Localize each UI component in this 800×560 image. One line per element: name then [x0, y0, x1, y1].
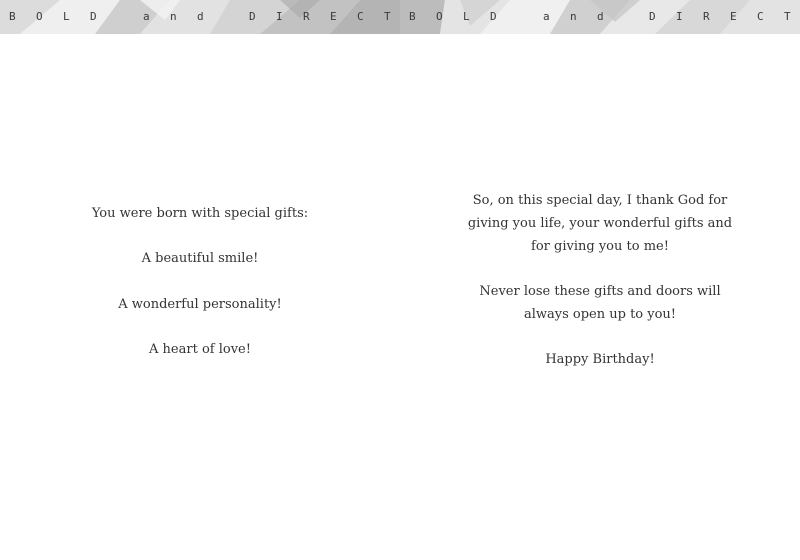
banner-letter: E	[730, 10, 737, 23]
message-paragraph: Never lose these gifts and doors will al…	[479, 284, 721, 322]
banner-letter: R	[303, 10, 310, 23]
card-panel-right: So, on this special day, I thank God for…	[400, 34, 800, 560]
banner-letter: C	[357, 10, 364, 23]
banner-letter: O	[436, 10, 443, 23]
banner-letter: E	[330, 10, 337, 23]
banner-letter: d	[197, 10, 204, 23]
banner-letter: n	[570, 10, 577, 23]
banner-letter: D	[90, 10, 97, 23]
banner-letter: C	[757, 10, 764, 23]
banner-title-right: B O L D a n d D I R E C T	[400, 0, 800, 34]
banner-left: B O L D a n d D I R E C T	[0, 0, 400, 34]
banner-letter: L	[63, 10, 70, 23]
greeting-card-spread: B O L D a n d D I R E C T B O L D a n d …	[0, 0, 800, 560]
gift-intro-line: You were born with special gifts:	[91, 206, 309, 221]
banner-letter: a	[543, 10, 550, 23]
banner-letter: n	[170, 10, 177, 23]
banner-letter: D	[649, 10, 656, 23]
banner-letter: a	[143, 10, 150, 23]
gift-line: A wonderful personality!	[118, 297, 282, 312]
banner-letter: O	[36, 10, 43, 23]
banner-letter: B	[409, 10, 416, 23]
banner-letter: B	[9, 10, 16, 23]
message-paragraph: So, on this special day, I thank God for…	[467, 193, 733, 254]
banner-letter: T	[384, 10, 391, 23]
banner-letter: T	[784, 10, 791, 23]
banner-letter: D	[249, 10, 256, 23]
banner-right: B O L D a n d D I R E C T	[400, 0, 800, 34]
banner-letter: R	[703, 10, 710, 23]
banner-letter: d	[597, 10, 604, 23]
gift-line: A heart of love!	[149, 342, 251, 357]
banner-title-left: B O L D a n d D I R E C T	[0, 0, 400, 34]
closing-line: Happy Birthday!	[545, 352, 655, 367]
banner-letter: D	[490, 10, 497, 23]
banner-letter: L	[463, 10, 470, 23]
card-panel-left: You were born with special gifts: A beau…	[0, 34, 400, 560]
banner-letter: I	[676, 10, 683, 23]
banner-letter: I	[276, 10, 283, 23]
gift-line: A beautiful smile!	[141, 251, 259, 266]
